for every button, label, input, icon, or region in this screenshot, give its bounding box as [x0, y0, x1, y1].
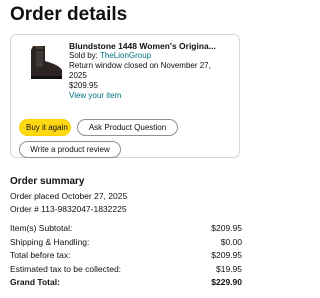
sold-by-label: Sold by: — [69, 51, 100, 60]
summary-label: Item(s) Subtotal: — [10, 223, 73, 233]
order-placed-date: Order placed October 27, 2025 — [10, 191, 128, 201]
summary-value: $209.95 — [211, 223, 242, 233]
summary-row-grand-total: Grand Total: $229.90 — [10, 276, 242, 290]
order-summary: Order summary Order placed October 27, 2… — [10, 176, 242, 290]
return-window-line1: Return window closed on November 27, — [69, 61, 211, 70]
product-thumbnail[interactable] — [21, 43, 65, 81]
order-item-card: Blundstone 1448 Women's Origina... Sold … — [10, 34, 240, 158]
order-summary-title: Order summary — [10, 176, 85, 187]
summary-row-subtotal: Item(s) Subtotal: $209.95 — [10, 222, 242, 236]
page-title: Order details — [10, 4, 128, 25]
summary-row-total-before-tax: Total before tax: $209.95 — [10, 249, 242, 263]
summary-label: Shipping & Handling: — [10, 236, 90, 247]
summary-label: Total before tax: — [10, 250, 71, 260]
summary-value: $209.95 — [211, 250, 242, 260]
sold-by: Sold by: TheLionGroup — [69, 51, 237, 61]
view-item-link[interactable]: View your item — [69, 91, 237, 101]
summary-row-shipping: Shipping & Handling: $0.00 — [10, 236, 242, 250]
product-title[interactable]: Blundstone 1448 Women's Origina... — [69, 41, 237, 51]
item-info: Blundstone 1448 Women's Origina... Sold … — [69, 41, 237, 101]
summary-label: Estimated tax to be collected: — [10, 263, 122, 274]
order-number: Order # 113-9832047-1832225 — [10, 204, 127, 214]
return-window-line2: 2025 — [69, 71, 87, 80]
summary-value: $19.95 — [216, 263, 242, 274]
buy-again-button[interactable]: Buy it again — [19, 119, 71, 136]
summary-rows: Item(s) Subtotal: $209.95 Shipping & Han… — [10, 222, 242, 290]
summary-value: $0.00 — [220, 236, 242, 247]
summary-row-estimated-tax: Estimated tax to be collected: $19.95 — [10, 263, 242, 277]
seller-link[interactable]: TheLionGroup — [100, 51, 151, 60]
ask-product-question-button[interactable]: Ask Product Question — [77, 119, 178, 136]
write-review-button[interactable]: Write a product review — [19, 141, 121, 158]
summary-value: $229.90 — [211, 277, 242, 287]
item-price: $209.95 — [69, 81, 98, 90]
summary-label: Grand Total: — [10, 277, 60, 287]
